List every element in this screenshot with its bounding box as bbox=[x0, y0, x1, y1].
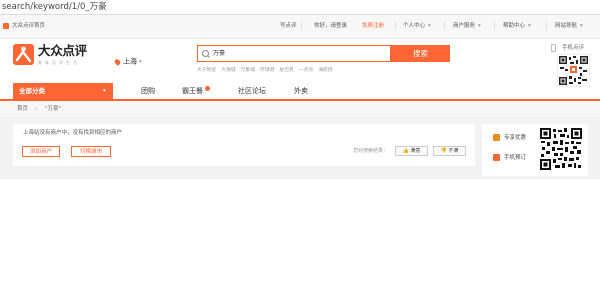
hot-word-link[interactable]: 海底捞 bbox=[318, 68, 332, 73]
qr-code-sidebar bbox=[540, 128, 582, 170]
deals-icon bbox=[493, 134, 500, 141]
logo-text[interactable]: 大众点评 bbox=[38, 44, 87, 58]
nav-item-bawangcan[interactable]: 霸王餐 bbox=[182, 83, 203, 99]
write-review-link[interactable]: 写点评 bbox=[280, 22, 297, 30]
hot-word-link[interactable]: 万象城 bbox=[241, 68, 255, 73]
sidebar-mobile-review[interactable]: 手机预订 bbox=[504, 154, 526, 162]
search-button[interactable]: 搜索 bbox=[391, 45, 450, 62]
unsatisfied-button[interactable]: 👎 不满 bbox=[433, 146, 466, 156]
thumbs-down-icon: 👎 bbox=[440, 148, 447, 154]
chevron-down-icon: ▾ bbox=[428, 23, 431, 29]
login-link[interactable]: 你好，请登录 bbox=[314, 22, 347, 30]
hot-search-words: 大宁附近 大悦城 万象城 环球港 星巴克 一点点 海底捞 bbox=[197, 67, 333, 75]
no-result-message: 上海站没有商户中，没有找到相应的商户 bbox=[23, 130, 123, 136]
location-pin-icon bbox=[113, 57, 122, 66]
add-merchant-button[interactable]: 添加商户 bbox=[22, 146, 60, 157]
breadcrumb-current: "万豪" bbox=[45, 106, 62, 112]
personal-center-menu[interactable]: 个人中心 bbox=[403, 22, 425, 30]
category-menu-label: 全部分类 bbox=[19, 87, 45, 95]
phone-icon bbox=[551, 44, 556, 52]
chevron-down-icon: ▾ bbox=[580, 23, 583, 29]
chevron-down-icon: ▾ bbox=[528, 23, 531, 29]
chevron-down-icon: ▾ bbox=[478, 23, 481, 29]
switch-city-button[interactable]: 切换城市 bbox=[71, 146, 111, 157]
no-result-card: 上海站没有商户中，没有找到相应的商户 添加商户 切换城市 您对搜索结果： 👍 满… bbox=[13, 124, 475, 166]
hot-word-link[interactable]: 环球港 bbox=[260, 68, 274, 73]
satisfied-label: 满意 bbox=[410, 148, 421, 154]
hot-word-link[interactable]: 大宁附近 bbox=[197, 68, 216, 73]
nav-item-tuangou[interactable]: 团购 bbox=[141, 83, 155, 99]
unsatisfied-label: 不满 bbox=[448, 148, 459, 154]
feedback-label: 您对搜索结果： bbox=[353, 148, 389, 154]
search-input[interactable]: 万豪 bbox=[197, 45, 391, 62]
thumbs-up-icon: 👍 bbox=[402, 148, 409, 154]
sidebar-panel: 专享优惠 手机预订 bbox=[482, 124, 588, 176]
satisfied-button[interactable]: 👍 满意 bbox=[395, 146, 428, 156]
breadcrumb-home[interactable]: 首页 bbox=[17, 105, 28, 113]
search-query: 万豪 bbox=[213, 50, 226, 57]
register-link[interactable]: 免费注册 bbox=[362, 22, 384, 30]
browser-url-bar[interactable]: search/keyword/1/0_万豪 bbox=[0, 0, 600, 15]
sidebar-deals[interactable]: 专享优惠 bbox=[504, 134, 526, 142]
chevron-down-icon: ▾ bbox=[103, 88, 106, 94]
city-selector[interactable]: 上海 ▾ bbox=[113, 51, 142, 66]
hot-word-link[interactable]: 大悦城 bbox=[221, 68, 235, 73]
site-nav-menu[interactable]: 网站导航 bbox=[555, 22, 577, 30]
dianping-logo-icon[interactable] bbox=[13, 44, 34, 65]
merchant-center-menu[interactable]: 商户服务 bbox=[453, 22, 475, 30]
breadcrumb: 首页 › "万豪" bbox=[0, 101, 600, 117]
phone-icon bbox=[493, 154, 500, 161]
hot-word-link[interactable]: 星巴克 bbox=[279, 68, 293, 73]
url-text: search/keyword/1/0_万豪 bbox=[2, 2, 107, 12]
top-utility-bar: 大众点评首页 写点评 你好，请登录 免费注册 个人中心 ▾ 商户服务 ▾ 帮助中… bbox=[0, 15, 600, 39]
nav-item-forum[interactable]: 社区论坛 bbox=[238, 83, 266, 99]
nav-item-takeout[interactable]: 外卖 bbox=[294, 83, 308, 99]
breadcrumb-separator: › bbox=[35, 106, 38, 112]
logo-slogan: 美 味 品 质 生 活 bbox=[38, 60, 78, 65]
qr-label: 手机点评 bbox=[562, 45, 585, 51]
help-center-menu[interactable]: 帮助中心 bbox=[503, 22, 525, 30]
chevron-down-icon: ▾ bbox=[139, 58, 142, 65]
hot-word-link[interactable]: 一点点 bbox=[299, 68, 313, 73]
category-menu[interactable]: 全部分类 ▾ bbox=[13, 83, 113, 101]
home-icon bbox=[3, 23, 9, 29]
badge-icon bbox=[205, 86, 210, 91]
city-name: 上海 bbox=[123, 57, 137, 66]
home-link[interactable]: 大众点评首页 bbox=[12, 22, 45, 30]
